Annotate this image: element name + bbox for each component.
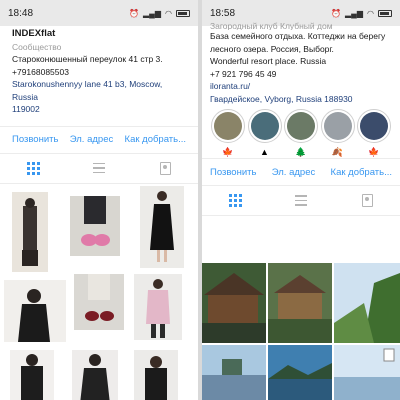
photo-tile[interactable] <box>74 273 124 330</box>
photo-tile[interactable] <box>4 279 66 342</box>
profile-phone: +79168085503 <box>12 66 69 77</box>
profile-phone: +7 921 796 45 49 <box>210 68 277 79</box>
profile-description-line3: Wonderful resort place. Russia <box>210 56 327 66</box>
directions-button[interactable]: Как добрать... <box>125 134 186 145</box>
profile-address-en-line1[interactable]: Starokonushennyy lane 41 b3, Moscow, Rus… <box>12 78 186 103</box>
status-time: 18:58 <box>210 7 236 19</box>
photo-tile[interactable] <box>134 349 178 400</box>
list-icon <box>93 162 105 174</box>
profile-name: INDEXflat <box>12 28 56 39</box>
status-bar: 18:48 ⏰ ▂▄▆ ◠ <box>0 0 198 26</box>
photo-tile[interactable] <box>12 191 48 272</box>
contact-actions: Позвонить Эл. адрес Как добрать... <box>202 158 400 186</box>
profile-description-line2: лесного озера. Россия, Выборг. <box>210 43 334 54</box>
profile-bio: INDEXflat Сообщество Староконюшенный пер… <box>0 26 198 116</box>
tab-list[interactable] <box>92 161 106 175</box>
tagged-icon <box>361 194 373 207</box>
photo-tile[interactable] <box>10 349 54 400</box>
profile-tabs <box>202 186 400 216</box>
profile-address-en-line2[interactable]: 119002 <box>12 103 186 116</box>
profile-tabs <box>0 154 198 184</box>
profile-website-link[interactable]: iloranta.ru/ <box>210 80 394 93</box>
tab-grid[interactable] <box>228 194 242 208</box>
tagged-icon <box>159 161 171 175</box>
call-button[interactable]: Позвонить <box>12 134 58 145</box>
highlight-emoji: ▲ <box>260 147 269 157</box>
signal-icon: ▂▄▆ <box>345 8 364 18</box>
tab-tagged[interactable] <box>158 161 172 175</box>
photo-tile[interactable] <box>334 345 400 400</box>
status-icons: ⏰ ▂▄▆ ◠ <box>331 9 392 18</box>
highlight-item[interactable]: ▲ <box>247 109 283 158</box>
directions-button[interactable]: Как добрать... <box>331 167 392 178</box>
alarm-icon: ⏰ <box>129 8 140 18</box>
status-icons: ⏰ ▂▄▆ ◠ <box>129 9 190 18</box>
highlight-emoji: 🍂 <box>331 147 344 157</box>
profile-address-ru: Староконюшенный переулок 41 стр 3. <box>12 54 163 64</box>
photo-tile[interactable] <box>140 185 184 268</box>
photo-tile[interactable] <box>268 345 332 400</box>
profile-category: Загородный клуб Клубный дом <box>210 21 333 30</box>
email-button[interactable]: Эл. адрес <box>272 167 315 178</box>
call-button[interactable]: Позвонить <box>210 167 256 178</box>
list-icon <box>295 195 307 206</box>
story-highlights: 🍁 ▲ 🌲 🍂 🍁 <box>202 105 400 158</box>
photo-tile[interactable] <box>202 263 266 343</box>
status-time: 18:48 <box>8 7 34 19</box>
grid-icon <box>26 161 40 175</box>
highlight-emoji: 🍁 <box>368 147 380 157</box>
right-profile-screen: 18:58 ⏰ ▂▄▆ ◠ Загородный клуб Клубный до… <box>202 0 400 400</box>
photo-tile[interactable] <box>70 195 120 256</box>
battery-icon <box>378 9 392 17</box>
left-profile-screen: 18:48 ⏰ ▂▄▆ ◠ INDEXflat Сообщество Старо… <box>0 0 198 400</box>
photo-tile[interactable] <box>268 263 332 343</box>
highlight-item[interactable]: 🍂 <box>320 109 356 158</box>
photo-tile[interactable] <box>334 263 400 343</box>
photo-tile[interactable] <box>202 345 266 400</box>
battery-icon <box>176 9 190 17</box>
email-button[interactable]: Эл. адрес <box>70 134 113 145</box>
tab-list[interactable] <box>294 194 308 208</box>
profile-category: Сообщество <box>12 41 62 52</box>
wifi-icon: ◠ <box>165 8 172 18</box>
highlight-emoji: 🍁 <box>222 147 234 157</box>
photo-grid <box>0 184 198 400</box>
highlight-item[interactable]: 🍁 <box>210 109 246 158</box>
highlight-item[interactable]: 🌲 <box>283 109 319 158</box>
grid-icon <box>228 194 242 207</box>
photo-grid <box>202 263 400 400</box>
wifi-icon: ◠ <box>367 8 374 18</box>
profile-description-line1: База семейного отдыха. Коттеджи на берег… <box>210 31 386 41</box>
highlight-emoji: 🌲 <box>295 147 307 157</box>
signal-icon: ▂▄▆ <box>143 8 162 18</box>
photo-tile[interactable] <box>72 349 118 400</box>
alarm-icon: ⏰ <box>331 8 342 18</box>
highlight-item[interactable]: 🍁 <box>356 109 392 158</box>
profile-location[interactable]: Гвардейское, Vyborg, Russia 188930 <box>210 93 394 106</box>
tab-tagged[interactable] <box>360 194 374 208</box>
profile-bio: Загородный клуб Клубный дом База семейно… <box>202 18 400 105</box>
tab-grid[interactable] <box>26 161 40 175</box>
contact-actions: Позвонить Эл. адрес Как добрать... <box>0 125 198 154</box>
photo-tile[interactable] <box>134 273 182 340</box>
